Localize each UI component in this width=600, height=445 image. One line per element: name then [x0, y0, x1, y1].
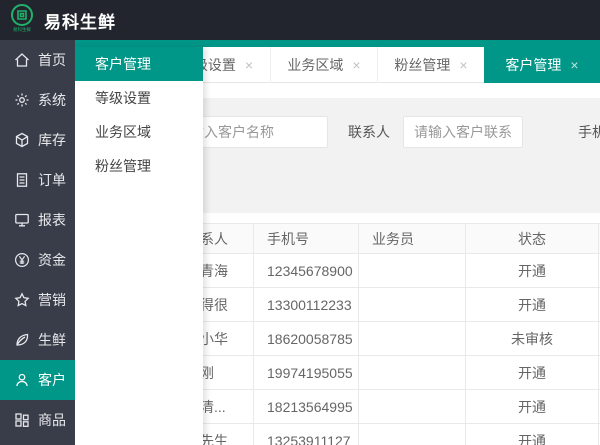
gear-icon	[14, 92, 30, 108]
sidebar-item[interactable]: 库存	[0, 120, 75, 160]
sidebar-nav: 首页 系统 库存 订单 报表 资金 营销 生鲜 客户 商品	[0, 40, 75, 445]
tab-label: 业务区域	[287, 57, 344, 73]
tab-label: 粉丝管理	[394, 57, 451, 73]
phone-label: 手机号	[578, 124, 600, 140]
tab[interactable]: 客户管理 ×	[484, 47, 600, 83]
sidebar-item[interactable]: 客户	[0, 360, 75, 400]
home-icon	[14, 52, 30, 68]
brand-logo-subtext: 易科生鲜	[12, 27, 31, 33]
submenu-item-label: 业务区域	[95, 124, 151, 140]
submenu-item[interactable]: 等级设置	[75, 81, 203, 115]
brand-logo-icon: 易科生鲜	[9, 3, 35, 37]
report-icon	[14, 212, 30, 228]
tab-close-icon[interactable]: ×	[459, 58, 467, 72]
phone-column-header: 手机号	[253, 223, 359, 254]
submenu-item-label: 客户管理	[95, 56, 151, 72]
sidebar-item[interactable]: 商品	[0, 400, 75, 440]
sidebar-item[interactable]: 订单	[0, 160, 75, 200]
submenu-item-label: 等级设置	[95, 90, 151, 106]
tab-label: 客户管理	[505, 57, 562, 73]
sidebar-item-label: 首页	[38, 52, 66, 68]
order-doc-icon	[14, 172, 30, 188]
sidebar-item-label: 系统	[38, 92, 66, 108]
app-title: 易科生鲜	[44, 12, 116, 32]
grid-icon	[14, 412, 30, 428]
tab[interactable]: 粉丝管理 ×	[377, 47, 484, 83]
contact-name-input[interactable]	[403, 116, 523, 148]
sidebar-item-label: 报表	[38, 212, 66, 228]
sidebar-item-label: 资金	[38, 252, 66, 268]
sidebar-item[interactable]: 报表	[0, 200, 75, 240]
sidebar-item[interactable]: 首页	[0, 40, 75, 80]
salesman-cell	[358, 321, 466, 356]
sidebar-item[interactable]: 生鲜	[0, 320, 75, 360]
contact-label: 联系人	[348, 124, 390, 140]
sidebar-item-label: 营销	[38, 292, 66, 308]
status-cell: 开通	[465, 287, 599, 322]
status-cell: 开通	[465, 355, 599, 390]
salesman-cell	[358, 253, 466, 288]
phone-cell: 19974195055	[253, 355, 359, 390]
phone-cell: 18620058785	[253, 321, 359, 356]
salesman-cell	[358, 423, 466, 445]
phone-cell: 13253911127	[253, 423, 359, 445]
sidebar-item[interactable]: 系统	[0, 80, 75, 120]
salesman-cell	[358, 355, 466, 390]
sidebar-item-label: 库存	[38, 132, 66, 148]
top-bar: 易科生鲜 易科生鲜	[0, 0, 600, 40]
phone-cell: 18213564995	[253, 389, 359, 424]
tab[interactable]: 业务区域 ×	[270, 47, 377, 83]
sidebar-item[interactable]: 资金	[0, 240, 75, 280]
submenu-item[interactable]: 客户管理	[75, 47, 203, 81]
tab-close-icon[interactable]: ×	[570, 58, 578, 72]
user-icon	[14, 372, 30, 388]
status-cell: 开通	[465, 423, 599, 445]
salesman-cell	[358, 287, 466, 322]
salesman-cell	[358, 389, 466, 424]
leaf-icon	[14, 332, 30, 348]
accent-strip	[75, 40, 600, 47]
status-column-header: 状态	[465, 223, 599, 254]
sidebar-item-label: 商品	[38, 412, 66, 428]
sidebar-item-label: 客户	[38, 372, 66, 388]
customer-submenu-panel: 客户管理 等级设置 业务区域 粉丝管理	[75, 47, 203, 445]
phone-cell: 12345678900	[253, 253, 359, 288]
star-icon	[14, 292, 30, 308]
salesman-column-header: 业务员	[358, 223, 466, 254]
sidebar-item-label: 生鲜	[38, 332, 66, 348]
status-cell: 开通	[465, 253, 599, 288]
yen-circle-icon	[14, 252, 30, 268]
app-window: 易科生鲜 易科生鲜 首页 系统 库存 订单 报表 资金 营销 生鲜 客户 商品 …	[0, 0, 600, 445]
box-icon	[14, 132, 30, 148]
sidebar-item-label: 订单	[38, 172, 66, 188]
tab-close-icon[interactable]: ×	[352, 58, 360, 72]
status-cell: 开通	[465, 389, 599, 424]
submenu-item[interactable]: 业务区域	[75, 115, 203, 149]
submenu-item-label: 粉丝管理	[95, 158, 151, 174]
sidebar-item[interactable]: 营销	[0, 280, 75, 320]
submenu-item[interactable]: 粉丝管理	[75, 149, 203, 183]
phone-cell: 13300112233	[253, 287, 359, 322]
status-cell: 未审核	[465, 321, 599, 356]
tab-close-icon[interactable]: ×	[245, 58, 253, 72]
